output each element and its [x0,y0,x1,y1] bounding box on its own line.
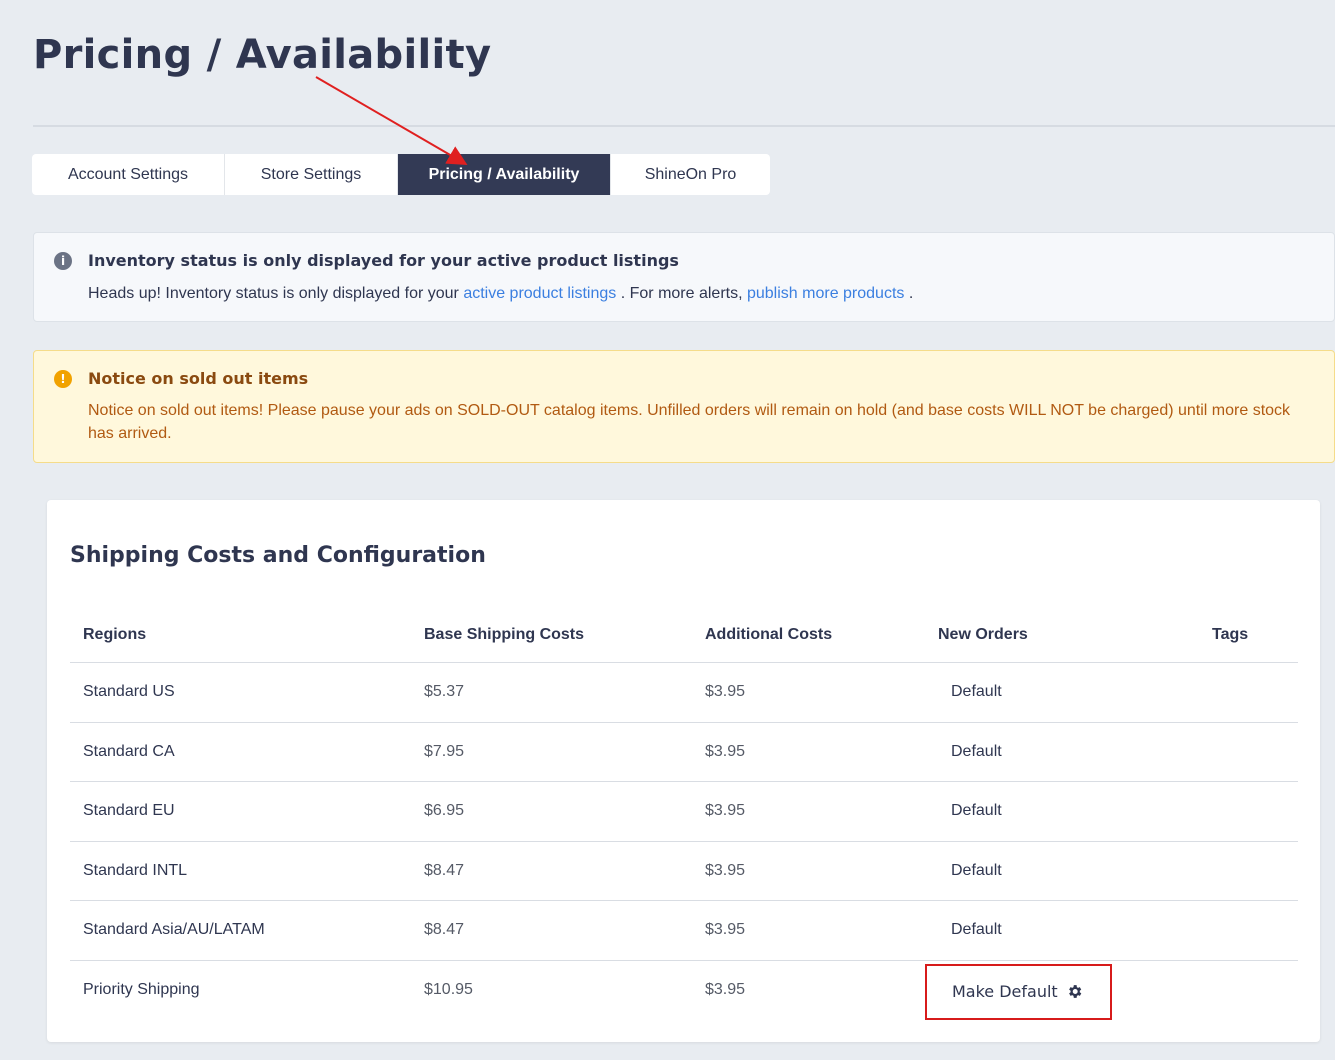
table-row: Standard INTL $8.47 $3.95 Default [70,842,1298,902]
region-cell: Standard US [83,683,175,700]
warning-alert-title: Notice on sold out items [88,369,309,388]
additional-cost-cell: $3.95 [705,742,746,760]
settings-tabs: Account Settings Store Settings Pricing … [32,154,770,195]
new-orders-cell: Default [951,861,1002,879]
publish-products-link[interactable]: publish more products [747,285,904,302]
additional-cost-cell: $3.95 [705,861,746,879]
exclamation-icon: ! [54,370,72,388]
sold-out-warning-alert: ! Notice on sold out items Notice on sol… [33,350,1335,463]
base-cost-cell: $7.95 [424,742,465,760]
tab-account-settings[interactable]: Account Settings [32,154,225,195]
shipping-config-card: Shipping Costs and Configuration Regions… [47,500,1320,1042]
tab-shineon-pro[interactable]: ShineOn Pro [611,154,770,195]
column-header-additional-costs: Additional Costs [705,626,833,643]
table-row: Standard Asia/AU/LATAM $8.47 $3.95 Defau… [70,901,1298,961]
new-orders-cell: Default [951,921,1002,939]
region-cell: Priority Shipping [83,980,200,998]
shipping-section-title: Shipping Costs and Configuration [70,543,486,568]
inventory-info-alert: i Inventory status is only displayed for… [33,232,1335,322]
region-cell: Standard CA [83,742,175,760]
table-row: Standard EU $6.95 $3.95 Default [70,782,1298,842]
additional-cost-cell: $3.95 [705,980,746,998]
new-orders-cell: Default [951,683,1002,700]
active-listings-link[interactable]: active product listings [463,285,616,302]
info-alert-title: Inventory status is only displayed for y… [88,251,679,270]
region-cell: Standard INTL [83,861,188,879]
header-divider [33,125,1335,127]
make-default-label: Make Default [952,982,1058,1002]
info-body-middle: . For more alerts, [616,285,747,302]
gear-icon[interactable] [1066,983,1083,1000]
tab-pricing-availability[interactable]: Pricing / Availability [398,154,611,195]
region-cell: Standard Asia/AU/LATAM [83,921,265,939]
warning-alert-body: Notice on sold out items! Please pause y… [88,402,1291,442]
base-cost-cell: $8.47 [424,861,465,879]
column-header-regions: Regions [83,626,147,643]
additional-cost-cell: $3.95 [705,802,746,820]
info-alert-body: Heads up! Inventory status is only displ… [88,282,1304,305]
base-cost-cell: $6.95 [424,802,465,820]
base-cost-cell: $10.95 [424,980,473,998]
info-body-suffix: . [904,285,914,302]
additional-cost-cell: $3.95 [705,921,746,939]
info-body-prefix: Heads up! Inventory status is only displ… [88,285,464,302]
base-cost-cell: $5.37 [424,683,465,700]
additional-cost-cell: $3.95 [705,683,746,700]
new-orders-cell: Default [951,742,1002,760]
region-cell: Standard EU [83,802,175,820]
table-header: Regions Base Shipping Costs Additional C… [70,604,1298,663]
table-row: Standard CA $7.95 $3.95 Default [70,723,1298,783]
tab-store-settings[interactable]: Store Settings [225,154,398,195]
table-row: Standard US $5.37 $3.95 Default [70,663,1298,723]
column-header-tags: Tags [1212,626,1249,643]
table-row: Priority Shipping $10.95 $3.95 Make Defa… [70,961,1298,1021]
column-header-base-shipping: Base Shipping Costs [424,626,585,643]
base-cost-cell: $8.47 [424,921,465,939]
page-title: Pricing / Availability [33,32,492,78]
shipping-table: Regions Base Shipping Costs Additional C… [70,604,1298,1021]
make-default-button[interactable]: Make Default [925,963,1112,1020]
new-orders-cell: Default [951,802,1002,820]
info-icon: i [54,252,72,270]
column-header-new-orders: New Orders [938,626,1028,643]
